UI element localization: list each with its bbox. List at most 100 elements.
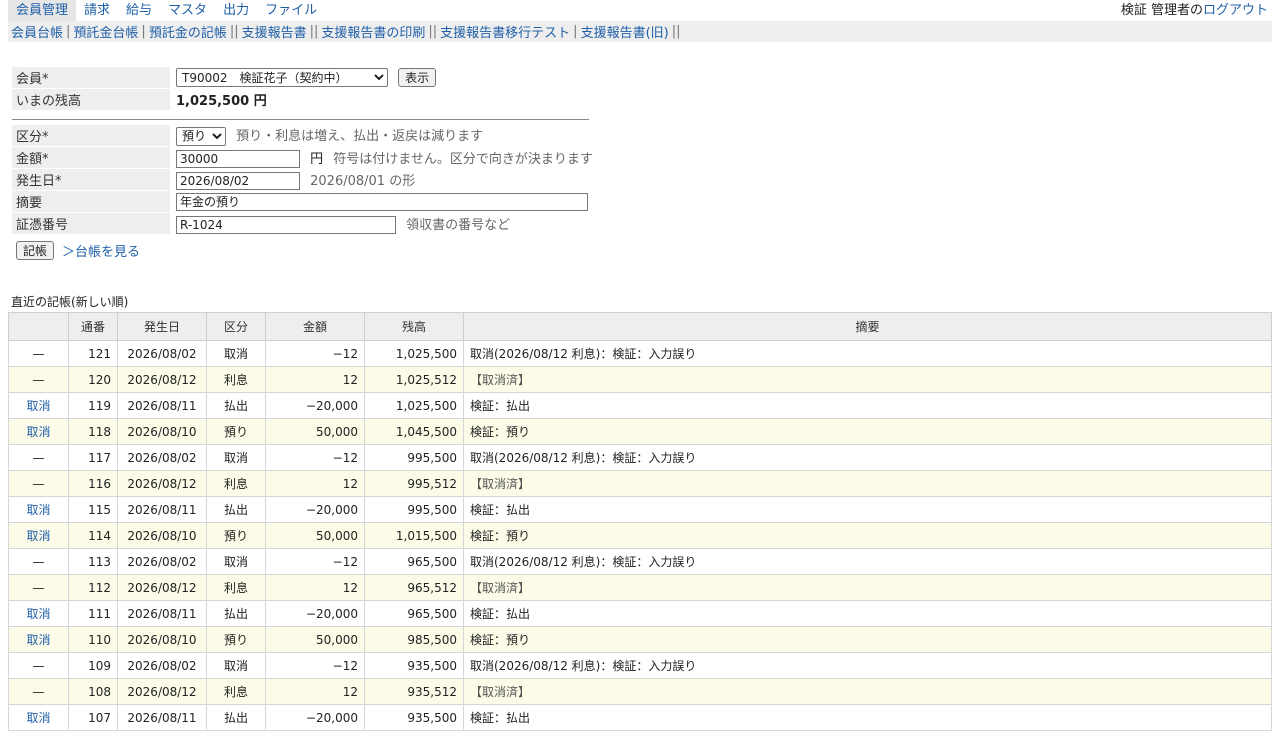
cell-date: 2026/08/10 <box>117 418 207 445</box>
cell-no: 121 <box>68 340 118 367</box>
cell-amount: 12 <box>265 470 365 497</box>
table-row: 取消 110 2026/08/10 預り 50,000 985,500 検証：預り <box>8 626 1272 653</box>
date-input[interactable] <box>176 171 300 190</box>
cell-amount: 12 <box>265 366 365 393</box>
cell-summary: 検証：預り <box>463 522 1272 549</box>
table-row: —108 2026/08/12 利息 12 935,512 【取消済】 <box>8 678 1272 705</box>
cell-amount: −12 <box>265 652 365 679</box>
action-cell: — <box>8 678 69 705</box>
divider <box>12 119 589 120</box>
menu-item-member[interactable]: 会員管理 <box>8 0 77 21</box>
kubun-label: 区分* <box>12 125 170 146</box>
cell-summary: 検証：預り <box>463 626 1272 653</box>
cell-date: 2026/08/10 <box>117 522 207 549</box>
menu-item-master[interactable]: マスタ <box>160 0 215 21</box>
cancel-link[interactable]: 取消 <box>8 600 69 627</box>
post-button[interactable]: 記帳 <box>16 240 55 260</box>
top-menu-bar: 会員管理 請求 給与 マスタ 出力 ファイル 検証 管理者のログアウト <box>8 0 1272 21</box>
member-select[interactable]: T90002 検証花子（契約中） <box>176 68 388 88</box>
cancel-link[interactable]: 取消 <box>8 522 69 549</box>
cell-date: 2026/08/02 <box>117 444 207 471</box>
cell-no: 119 <box>68 392 118 419</box>
cell-balance: 965,500 <box>364 600 464 627</box>
cell-date: 2026/08/11 <box>117 496 207 523</box>
cell-date: 2026/08/12 <box>117 574 207 601</box>
menu-item-payroll[interactable]: 給与 <box>118 0 160 21</box>
cell-kubun: 預り <box>206 626 266 653</box>
cell-amount: 12 <box>265 574 365 601</box>
table-row: 取消 111 2026/08/11 払出 −20,000 965,500 検証：払出 <box>8 600 1272 627</box>
table-row: —113 2026/08/02 取消 −12 965,500 取消(2026/08/12 … <box>8 548 1272 575</box>
cell-balance: 935,512 <box>364 678 464 705</box>
sub-item-support-report-migration[interactable]: 支援報告書移行テスト <box>440 22 570 41</box>
cell-balance: 935,500 <box>364 704 464 731</box>
sub-item-deposit-ledger[interactable]: 預託金台帳 <box>73 22 138 41</box>
cell-no: 117 <box>68 444 118 471</box>
cancel-link[interactable]: 取消 <box>8 704 69 731</box>
summary-input[interactable] <box>176 192 588 211</box>
sub-menu-bar: 会員台帳 | 預託金台帳 | 預託金の記帳 || 支援報告書 || 支援報告書の… <box>8 21 1272 42</box>
show-button[interactable]: 表示 <box>398 67 437 87</box>
sub-item-support-report-old[interactable]: 支援報告書(旧) <box>581 22 669 41</box>
cell-summary: 検証：払出 <box>463 600 1272 627</box>
cancel-link[interactable]: 取消 <box>8 418 69 445</box>
cell-no: 118 <box>68 418 118 445</box>
cell-balance: 995,512 <box>364 470 464 497</box>
separator: | <box>573 24 578 39</box>
col-no: 通番 <box>68 312 118 341</box>
cell-no: 108 <box>68 678 118 705</box>
cell-balance: 965,512 <box>364 574 464 601</box>
cancel-link[interactable]: 取消 <box>8 626 69 653</box>
cell-no: 116 <box>68 470 118 497</box>
separator: || <box>309 24 319 39</box>
cell-summary: 検証：払出 <box>463 704 1272 731</box>
table-row: —116 2026/08/12 利息 12 995,512 【取消済】 <box>8 470 1272 497</box>
sub-item-member-ledger[interactable]: 会員台帳 <box>11 22 63 41</box>
cell-amount: −20,000 <box>265 600 365 627</box>
cell-kubun: 利息 <box>206 366 266 393</box>
voucher-input[interactable] <box>176 215 396 234</box>
kubun-select[interactable]: 預り <box>176 126 226 146</box>
cell-amount: −12 <box>265 444 365 471</box>
amount-input[interactable] <box>176 149 300 168</box>
table-row: —109 2026/08/02 取消 −12 935,500 取消(2026/08/12 … <box>8 652 1272 679</box>
sub-item-support-report-print[interactable]: 支援報告書の印刷 <box>321 22 425 41</box>
logout-link[interactable]: ログアウト <box>1203 3 1268 18</box>
menu-item-output[interactable]: 出力 <box>215 0 257 21</box>
col-action <box>8 312 69 341</box>
cell-date: 2026/08/02 <box>117 548 207 575</box>
menu-item-billing[interactable]: 請求 <box>76 0 118 21</box>
table-row: 取消 107 2026/08/11 払出 −20,000 935,500 検証：払出 <box>8 704 1272 731</box>
cell-date: 2026/08/11 <box>117 704 207 731</box>
cancel-link[interactable]: 取消 <box>8 496 69 523</box>
menu-item-file[interactable]: ファイル <box>257 0 325 21</box>
cell-balance: 1,015,500 <box>364 522 464 549</box>
cell-balance: 1,025,512 <box>364 366 464 393</box>
action-cell: — <box>8 366 69 393</box>
cell-date: 2026/08/12 <box>117 678 207 705</box>
date-label: 発生日* <box>12 169 170 190</box>
cell-balance: 1,045,500 <box>364 418 464 445</box>
cell-no: 115 <box>68 496 118 523</box>
sub-item-support-report[interactable]: 支援報告書 <box>242 22 307 41</box>
separator: || <box>671 24 681 39</box>
cell-kubun: 取消 <box>206 652 266 679</box>
ledger-link[interactable]: ＞台帳を見る <box>62 241 140 260</box>
cell-balance: 995,500 <box>364 444 464 471</box>
cancel-link[interactable]: 取消 <box>8 392 69 419</box>
action-cell: — <box>8 470 69 497</box>
separator: | <box>66 24 71 39</box>
action-cell: — <box>8 574 69 601</box>
cell-summary: 【取消済】 <box>463 574 1272 601</box>
table-header-row: 通番 発生日 区分 金額 残高 摘要 <box>8 312 1272 341</box>
table-row: —121 2026/08/02 取消 −12 1,025,500 取消(2026/08/1… <box>8 340 1272 367</box>
balance-label: いまの残高 <box>12 89 170 110</box>
cell-amount: 50,000 <box>265 522 365 549</box>
sub-item-deposit-entry[interactable]: 預託金の記帳 <box>149 22 227 41</box>
separator: || <box>229 24 239 39</box>
action-cell: — <box>8 548 69 575</box>
cell-kubun: 利息 <box>206 678 266 705</box>
col-summary: 摘要 <box>463 312 1272 341</box>
col-kubun: 区分 <box>206 312 266 341</box>
cell-amount: −20,000 <box>265 496 365 523</box>
